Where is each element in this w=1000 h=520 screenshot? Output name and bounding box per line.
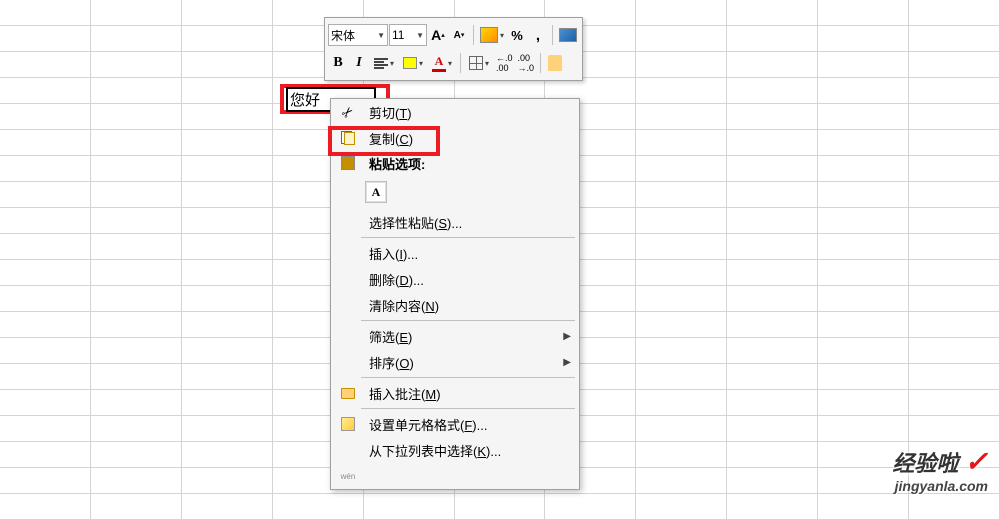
phonetic-icon: wén [341, 472, 356, 481]
borders-icon [469, 56, 483, 70]
menu-sort[interactable]: 排序(O) ▶ [331, 349, 579, 375]
align-button[interactable]: ▾ [370, 52, 398, 74]
menu-filter[interactable]: 筛选(E) ▶ [331, 323, 579, 349]
grow-font-button[interactable]: A▴ [428, 24, 448, 46]
menu-cut[interactable]: ✂ 剪切(T) [331, 99, 579, 125]
bold-button[interactable]: B [328, 52, 348, 74]
font-color-button[interactable]: A▾ [428, 52, 456, 74]
cell-text: 您好 [290, 92, 320, 109]
comma-button[interactable]: , [528, 24, 548, 46]
decrease-decimal-button[interactable]: .00→.0 [516, 52, 537, 74]
menu-paste-options-header: 粘贴选项: [331, 151, 579, 175]
borders-button[interactable]: ▾ [465, 52, 493, 74]
font-name-select[interactable]: 宋体▼ [328, 24, 388, 46]
number-format-button[interactable] [557, 24, 579, 46]
menu-comment[interactable]: 插入批注(M) [331, 380, 579, 406]
percent-button[interactable]: % [507, 24, 527, 46]
font-color-icon: A [432, 54, 446, 72]
menu-phonetic[interactable]: wén [331, 463, 579, 489]
chevron-right-icon: ▶ [563, 357, 571, 368]
clipboard-icon [341, 156, 355, 170]
menu-insert[interactable]: 插入(I)... [331, 240, 579, 266]
watermark: 经验啦 ✓ jingyanla.com [892, 445, 988, 494]
menu-format-cells[interactable]: 设置单元格格式(F)... [331, 411, 579, 437]
paste-options-row: A [331, 175, 579, 209]
shrink-font-button[interactable]: A▾ [449, 24, 469, 46]
copy-icon [341, 131, 355, 145]
dec-decimal-icon: .00→.0 [518, 53, 535, 73]
cell-styles-button[interactable]: ▾ [478, 24, 506, 46]
italic-button[interactable]: I [349, 52, 369, 74]
fill-color-button[interactable]: ▾ [399, 52, 427, 74]
chevron-right-icon: ▶ [563, 331, 571, 342]
menu-clear[interactable]: 清除内容(N) [331, 292, 579, 318]
menu-paste-special[interactable]: 选择性粘贴(S)... [331, 209, 579, 235]
mini-toolbar: 宋体▼ 11▼ A▴ A▾ ▾ % , B I ▾ ▾ A▾ ▾ ←.0.00 … [324, 17, 583, 81]
number-format-icon [559, 28, 577, 42]
painter-icon [548, 55, 562, 71]
paste-values-button[interactable]: A [365, 181, 387, 203]
menu-dropdown-list[interactable]: 从下拉列表中选择(K)... [331, 437, 579, 463]
styles-icon [480, 27, 498, 43]
fill-icon [403, 57, 417, 69]
increase-decimal-button[interactable]: ←.0.00 [494, 52, 515, 74]
inc-decimal-icon: ←.0.00 [496, 53, 513, 73]
menu-copy[interactable]: 复制(C) [331, 125, 579, 151]
format-icon [341, 417, 355, 431]
align-icon [374, 58, 388, 69]
context-menu: ✂ 剪切(T) 复制(C) 粘贴选项: A 选择性粘贴(S)... 插入(I).… [330, 98, 580, 490]
menu-delete[interactable]: 删除(D)... [331, 266, 579, 292]
check-icon: ✓ [965, 446, 988, 477]
font-size-select[interactable]: 11▼ [389, 24, 427, 46]
format-painter-button[interactable] [545, 52, 565, 74]
scissors-icon: ✂ [338, 102, 358, 122]
comment-icon [341, 388, 355, 399]
